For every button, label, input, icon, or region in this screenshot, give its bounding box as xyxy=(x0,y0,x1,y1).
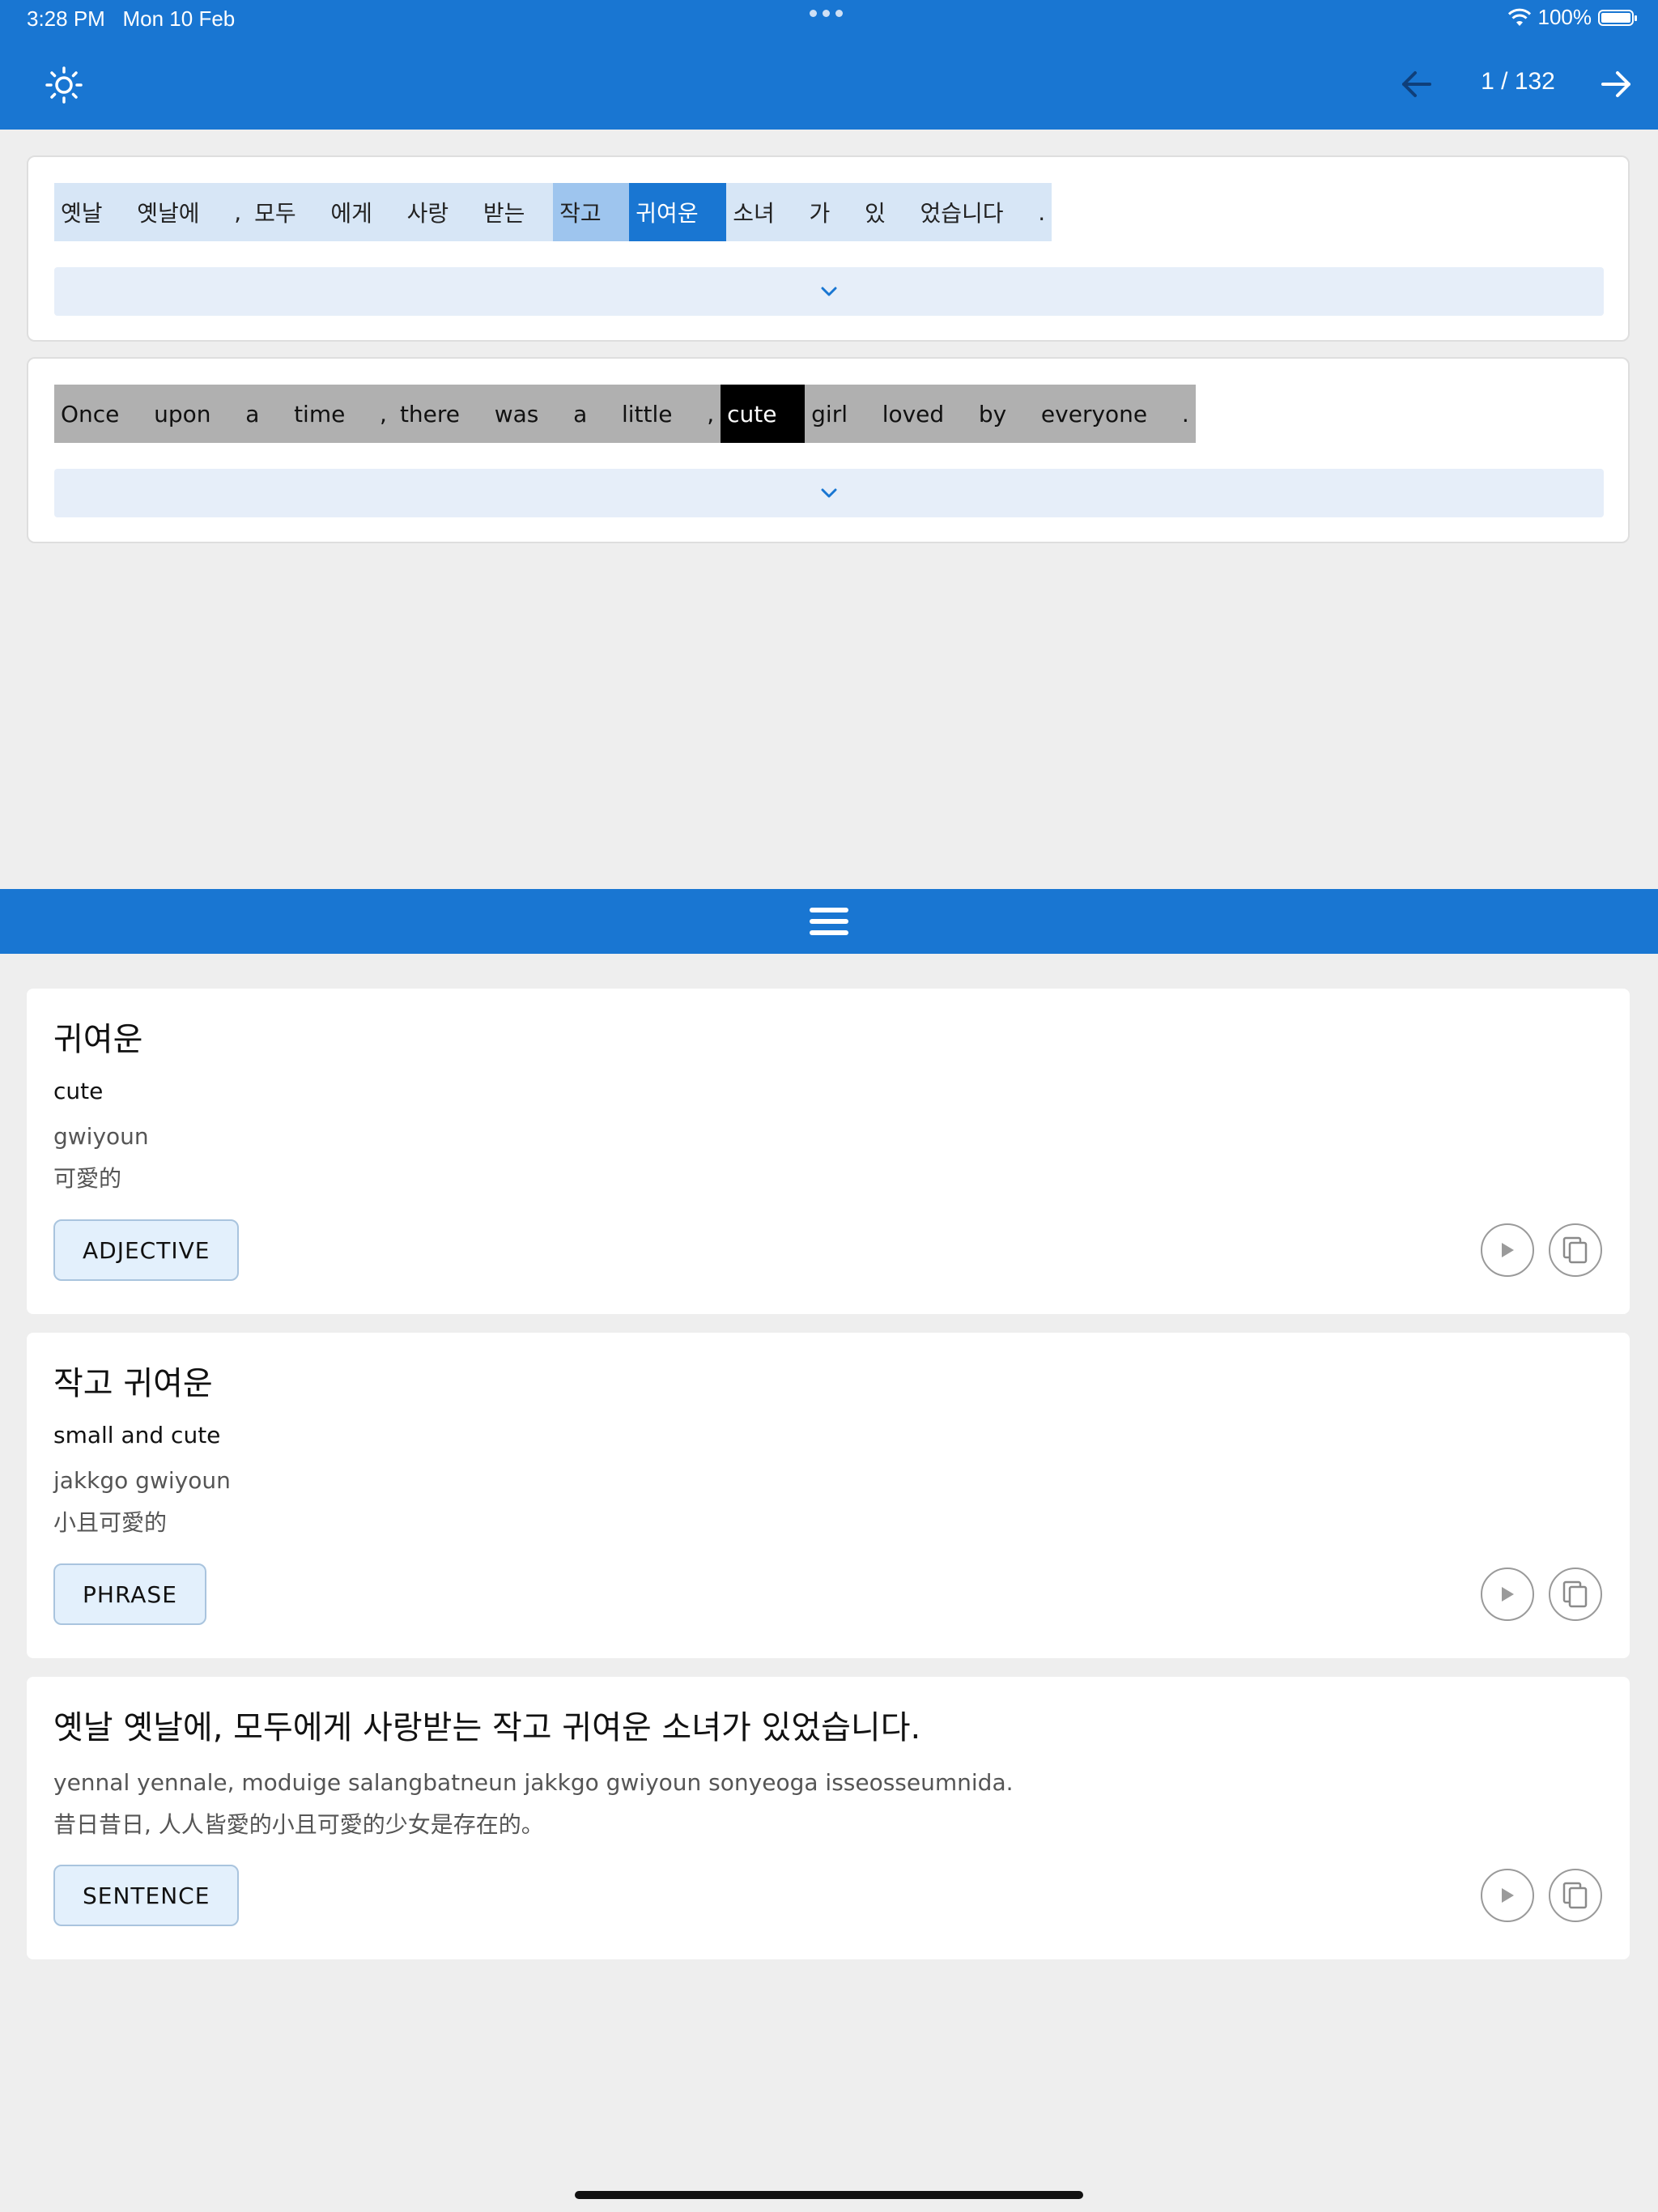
english-token[interactable]: , xyxy=(373,385,393,443)
romanization: yennal yennale, moduige salangbatneun ja… xyxy=(53,1769,1014,1796)
page-indicator: 1 / 132 xyxy=(1481,68,1555,95)
copy-icon xyxy=(1562,1882,1588,1909)
headword: 작고 귀여운 xyxy=(53,1365,213,1402)
korean-token[interactable]: 옛날 xyxy=(54,183,131,241)
status-bar: 3:28 PM Mon 10 Feb 100% xyxy=(0,0,1658,39)
romanization: jakkgo gwiyoun xyxy=(53,1467,231,1494)
chinese-translation: 可愛的 xyxy=(53,1165,122,1192)
play-audio-button[interactable] xyxy=(1481,1869,1534,1922)
english-token[interactable]: a xyxy=(239,385,288,443)
korean-token[interactable]: 에게 xyxy=(324,183,401,241)
english-token[interactable]: cute xyxy=(721,385,806,443)
status-date: Mon 10 Feb xyxy=(122,6,236,31)
sentence-detail-card: 옛날 옛날에, 모두에게 사랑받는 작고 귀여운 소녀가 있었습니다. yenn… xyxy=(27,1677,1630,1959)
copy-icon xyxy=(1562,1580,1588,1608)
play-audio-button[interactable] xyxy=(1481,1568,1534,1621)
korean-token[interactable]: 있 xyxy=(857,183,914,241)
korean-expand-button[interactable] xyxy=(54,267,1604,316)
copy-icon xyxy=(1562,1236,1588,1264)
korean-token[interactable]: . xyxy=(1031,183,1052,241)
english-token[interactable]: everyone xyxy=(1034,385,1175,443)
play-icon xyxy=(1502,1587,1514,1602)
headword: 옛날 옛날에, 모두에게 사랑받는 작고 귀여운 소녀가 있었습니다. xyxy=(53,1709,921,1746)
english-token-row: Once upon a time , there was a little , cu… xyxy=(54,385,1196,443)
part-of-speech-badge: ADJECTIVE xyxy=(53,1219,240,1281)
status-time: 3:28 PM Mon 10 Feb xyxy=(27,6,235,32)
app-bar: 3:28 PM Mon 10 Feb 100% 1 / 132 xyxy=(0,0,1658,130)
korean-token[interactable]: 었습니다 xyxy=(913,183,1032,241)
english-expand-button[interactable] xyxy=(54,469,1604,517)
english-token[interactable]: loved xyxy=(875,385,972,443)
part-of-speech-badge: SENTENCE xyxy=(53,1865,240,1926)
play-icon xyxy=(1502,1243,1514,1257)
copy-button[interactable] xyxy=(1549,1568,1602,1621)
english-token[interactable]: time xyxy=(287,385,374,443)
english-token[interactable]: . xyxy=(1175,385,1196,443)
copy-button[interactable] xyxy=(1549,1223,1602,1277)
korean-token[interactable]: 옛날에 xyxy=(130,183,228,241)
chevron-down-icon xyxy=(821,488,837,498)
english-token[interactable]: , xyxy=(700,385,721,443)
home-indicator[interactable] xyxy=(575,2191,1083,2199)
battery-icon xyxy=(1598,9,1637,26)
korean-token[interactable]: 귀여운 xyxy=(629,183,727,241)
multitasking-dots-icon[interactable] xyxy=(810,10,843,17)
translation: small and cute xyxy=(53,1422,221,1448)
wifi-icon xyxy=(1507,8,1531,26)
english-token[interactable]: was xyxy=(487,385,568,443)
play-audio-button[interactable] xyxy=(1481,1223,1534,1277)
translation: cute xyxy=(53,1078,104,1104)
headword: 귀여운 xyxy=(53,1021,143,1058)
korean-token[interactable]: 모두 xyxy=(248,183,325,241)
phrase-detail-card: 작고 귀여운 small and cute jakkgo gwiyoun 小且可… xyxy=(27,1333,1630,1658)
korean-token[interactable]: 가 xyxy=(802,183,858,241)
english-token[interactable]: little xyxy=(614,385,701,443)
arrow-left-icon[interactable] xyxy=(1399,66,1435,102)
korean-token[interactable]: , xyxy=(227,183,249,241)
chevron-down-icon xyxy=(821,287,837,296)
menu-icon[interactable] xyxy=(809,905,849,938)
part-of-speech-badge: PHRASE xyxy=(53,1563,206,1625)
chinese-translation: 昔日昔日, 人人皆愛的小且可愛的少女是存在的。 xyxy=(53,1811,544,1838)
english-token[interactable]: upon xyxy=(147,385,240,443)
battery-percent: 100% xyxy=(1537,5,1592,29)
chinese-translation: 小且可愛的 xyxy=(53,1509,168,1536)
korean-sentence-card: 옛날 옛날에 , 모두 에게 사랑 받는 작고 귀여운 소녀 가 있 었습니다 . xyxy=(27,155,1630,342)
arrow-right-icon[interactable] xyxy=(1598,66,1634,102)
english-sentence-card: Once upon a time , there was a little , cu… xyxy=(27,357,1630,543)
english-token[interactable]: there xyxy=(393,385,488,443)
english-token[interactable]: by xyxy=(971,385,1035,443)
romanization: gwiyoun xyxy=(53,1123,149,1150)
korean-token[interactable]: 받는 xyxy=(476,183,554,241)
english-token[interactable]: girl xyxy=(805,385,876,443)
korean-token-row: 옛날 옛날에 , 모두 에게 사랑 받는 작고 귀여운 소녀 가 있 었습니다 . xyxy=(54,183,1052,241)
status-indicators: 100% xyxy=(1507,5,1637,30)
status-clock: 3:28 PM xyxy=(27,6,105,31)
copy-button[interactable] xyxy=(1549,1869,1602,1922)
english-token[interactable]: a xyxy=(567,385,615,443)
sun-icon[interactable] xyxy=(45,66,83,104)
english-token[interactable]: Once xyxy=(54,385,148,443)
play-icon xyxy=(1502,1888,1514,1903)
word-detail-card: 귀여운 cute gwiyoun 可愛的 ADJECTIVE xyxy=(27,989,1630,1314)
korean-token[interactable]: 소녀 xyxy=(726,183,803,241)
korean-token[interactable]: 작고 xyxy=(553,183,630,241)
panel-splitter[interactable] xyxy=(0,889,1658,954)
korean-token[interactable]: 사랑 xyxy=(400,183,477,241)
